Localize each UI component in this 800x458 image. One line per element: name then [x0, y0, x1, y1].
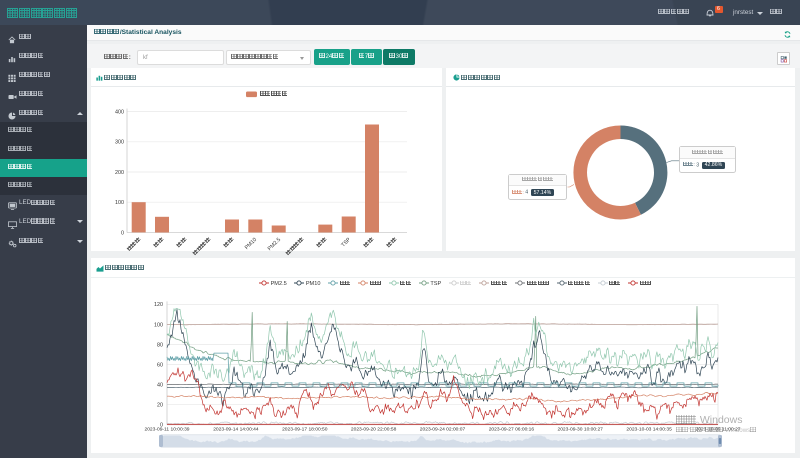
svg-text:2023-09-27 06:00:16: 2023-09-27 06:00:16: [489, 427, 535, 433]
svg-text:60: 60: [157, 362, 163, 368]
svg-text:2023-09-17 18:00:50: 2023-09-17 18:00:50: [282, 427, 328, 433]
svg-text:100: 100: [154, 322, 163, 328]
svg-text:2023-09-11 10:00:39: 2023-09-11 10:00:39: [144, 427, 189, 433]
svg-text:2023-09-30 10:00:27: 2023-09-30 10:00:27: [557, 427, 603, 433]
svg-text:20: 20: [157, 403, 163, 409]
svg-text:2023-09-24 02:00:07: 2023-09-24 02:00:07: [420, 427, 466, 433]
svg-text:2023-09-14 14:00:44: 2023-09-14 14:00:44: [213, 427, 259, 433]
svg-text:2023-10-03 14:00:35: 2023-10-03 14:00:35: [626, 427, 672, 433]
svg-text:40: 40: [157, 383, 163, 389]
svg-text:80: 80: [157, 342, 163, 348]
svg-text:2023-09-20 22:00:58: 2023-09-20 22:00:58: [351, 427, 397, 433]
svg-text:120: 120: [154, 302, 163, 308]
